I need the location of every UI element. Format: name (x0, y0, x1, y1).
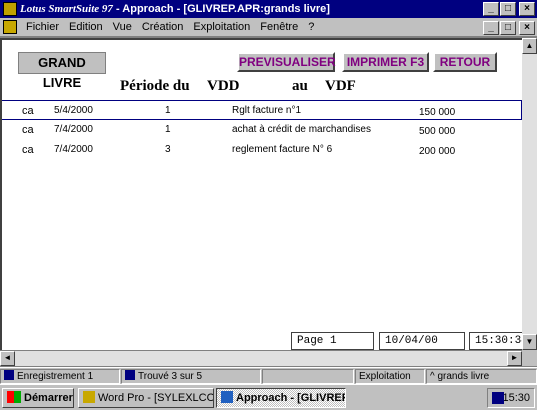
menu-creation[interactable]: Création (137, 21, 189, 33)
periode-from-field[interactable]: VDD (207, 78, 240, 95)
row-date: 7/4/2000 (54, 144, 93, 155)
scroll-left-icon[interactable]: ◄ (0, 351, 15, 366)
row-number: 3 (165, 144, 171, 155)
approach-icon (221, 391, 233, 403)
scrollbar-corner (522, 350, 537, 366)
row-date: 7/4/2000 (54, 124, 93, 135)
retour-button[interactable]: RETOUR (433, 52, 497, 72)
document-window-controls: _ □ × (483, 21, 535, 35)
row-label: reglement facture N° 6 (232, 144, 333, 155)
periode-au-label: au (292, 78, 308, 94)
taskbar: Démarrer Word Pro - [SYLEXLCOM... Approa… (0, 384, 537, 410)
status-record[interactable]: Enregistrement 1 (0, 369, 120, 384)
taskbar-approach[interactable]: Approach - [GLIVREP... (216, 388, 346, 408)
page-number-field[interactable]: Page 1 (291, 332, 374, 350)
lotus-app-icon[interactable] (3, 2, 17, 16)
system-tray: 15:30 (487, 388, 535, 408)
row-journal-code: ca (22, 105, 34, 117)
title-bar: Lotus SmartSuite 97 - Approach - [GLIVRE… (0, 0, 537, 18)
status-view[interactable]: ^ grands livre (426, 369, 537, 384)
doc-restore-button[interactable]: □ (500, 21, 516, 35)
menu-bar: Fichier Edition Vue Création Exploitatio… (0, 18, 537, 37)
row-number: 1 (165, 105, 171, 116)
ledger-row[interactable]: ca 7/4/2000 1 achat à crédit de marchand… (2, 120, 522, 140)
ledger-row[interactable]: ca 5/4/2000 1 Rglt facture n°1 150 000 (2, 100, 522, 120)
scroll-right-icon[interactable]: ► (507, 351, 522, 366)
tray-app-icon[interactable] (492, 392, 504, 404)
periode-to-field[interactable]: VDF (325, 78, 356, 95)
ledger-row[interactable]: ca 7/4/2000 3 reglement facture N° 6 200… (2, 140, 522, 160)
status-found[interactable]: Trouvé 3 sur 5 (121, 369, 261, 384)
menu-exploitation[interactable]: Exploitation (188, 21, 255, 33)
row-date: 5/4/2000 (54, 105, 93, 116)
row-number: 1 (165, 124, 171, 135)
menu-help[interactable]: ? (303, 21, 319, 33)
window-controls: _ □ × (483, 2, 535, 16)
status-empty-panel (262, 369, 354, 384)
row-label: achat à crédit de marchandises (232, 124, 371, 135)
close-button[interactable]: × (519, 2, 535, 16)
status-bar: Enregistrement 1 Trouvé 3 sur 5 Exploita… (0, 367, 537, 384)
row-label: Rglt facture n°1 (232, 105, 302, 116)
ledger-rows: ca 5/4/2000 1 Rglt facture n°1 150 000 c… (2, 100, 522, 160)
time-field[interactable]: 15:30:34, (469, 332, 522, 350)
previsualiser-button[interactable]: PREVISUALISER (237, 52, 336, 72)
form-heading: GRAND LIVRE (18, 52, 106, 90)
taskbar-wordpro[interactable]: Word Pro - [SYLEXLCOM... (78, 388, 214, 408)
row-journal-code: ca (22, 144, 34, 156)
vertical-scrollbar[interactable]: ▲ ▼ (522, 38, 537, 350)
windows-logo-icon (7, 391, 21, 403)
found-set-icon[interactable] (125, 370, 135, 380)
scroll-up-icon[interactable]: ▲ (522, 38, 537, 54)
window-title: Lotus SmartSuite 97 - Approach - [GLIVRE… (20, 3, 330, 15)
minimize-button[interactable]: _ (483, 2, 499, 16)
imprimer-button[interactable]: IMPRIMER F3 (342, 52, 429, 72)
menu-vue[interactable]: Vue (108, 21, 137, 33)
row-amount: 500 000 (419, 126, 456, 137)
row-journal-code: ca (22, 124, 34, 136)
row-amount: 200 000 (419, 146, 456, 157)
menu-fichier[interactable]: Fichier (21, 21, 64, 33)
vertical-scroll-track[interactable] (522, 54, 537, 334)
periode-label: Période du (120, 78, 190, 94)
horizontal-scrollbar[interactable]: ◄ ► (0, 350, 522, 366)
tray-clock[interactable]: 15:30 (502, 392, 530, 404)
status-mode[interactable]: Exploitation (355, 369, 425, 384)
record-nav-icon[interactable] (4, 370, 14, 380)
date-field[interactable]: 10/04/00 (379, 332, 465, 350)
wordpro-icon (83, 391, 95, 403)
report-form: GRAND LIVRE PREVISUALISER IMPRIMER F3 RE… (0, 38, 522, 350)
start-button[interactable]: Démarrer (2, 388, 74, 408)
document-icon[interactable] (3, 20, 17, 34)
row-amount: 150 000 (419, 107, 456, 118)
doc-close-button[interactable]: × (519, 21, 535, 35)
menu-edition[interactable]: Edition (64, 21, 108, 33)
doc-minimize-button[interactable]: _ (483, 21, 499, 35)
scroll-down-icon[interactable]: ▼ (522, 334, 537, 350)
maximize-button[interactable]: □ (500, 2, 516, 16)
menu-fenetre[interactable]: Fenêtre (255, 21, 303, 33)
